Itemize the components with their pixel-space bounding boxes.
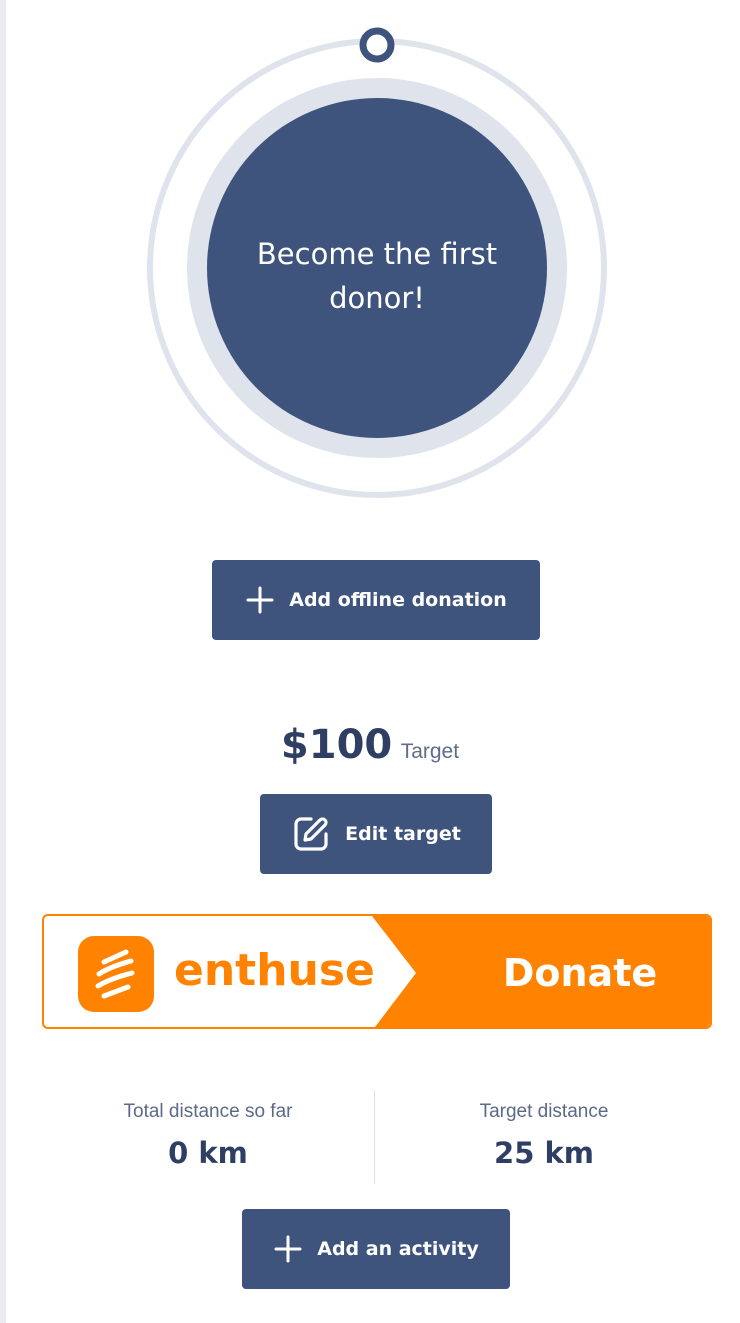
- edit-icon: [291, 814, 331, 854]
- total-distance-value: 0 km: [168, 1136, 248, 1170]
- add-activity-button[interactable]: Add an activity: [242, 1209, 510, 1289]
- plus-icon: [245, 585, 275, 615]
- stat-divider: [374, 1090, 375, 1184]
- progress-handle: [359, 27, 395, 63]
- donate-label: Donate: [502, 951, 658, 995]
- edit-target-label: Edit target: [345, 823, 461, 845]
- target-distance-stat: Target distance 25 km: [394, 1098, 694, 1176]
- add-offline-donation-label: Add offline donation: [289, 589, 507, 611]
- target-amount: $100: [280, 722, 393, 768]
- add-activity-label: Add an activity: [317, 1238, 479, 1260]
- plus-icon: [273, 1234, 303, 1264]
- enthuse-brand-name: enthuse: [174, 945, 375, 996]
- progress-ring: Become the first donor!: [0, 0, 740, 520]
- target-distance-value: 25 km: [494, 1136, 594, 1170]
- target-summary: $100 Target: [0, 722, 740, 768]
- add-offline-donation-button[interactable]: Add offline donation: [212, 560, 540, 640]
- progress-message: Become the first donor!: [256, 237, 498, 315]
- target-distance-label: Target distance: [479, 1101, 609, 1122]
- total-distance-label: Total distance so far: [123, 1101, 293, 1122]
- enthuse-logo-icon: [78, 936, 154, 1017]
- target-caption: Target: [400, 740, 460, 763]
- total-distance-stat: Total distance so far 0 km: [58, 1098, 358, 1176]
- enthuse-donate-button[interactable]: enthuse Donate: [42, 914, 712, 1029]
- edit-target-button[interactable]: Edit target: [260, 794, 492, 874]
